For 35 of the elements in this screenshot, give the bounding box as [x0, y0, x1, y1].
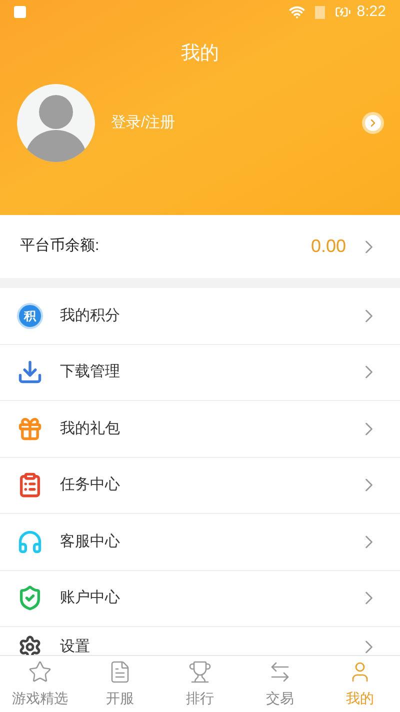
- clipboard-icon: [17, 472, 43, 498]
- balance-label: 平台币余额:: [20, 236, 100, 256]
- headphones-icon: [17, 528, 43, 555]
- page-title: 我的: [181, 42, 219, 66]
- settings-icon: [18, 635, 42, 655]
- wifi-icon: [288, 4, 305, 20]
- no-sim-icon: [314, 6, 325, 18]
- menu-item-label: 账户中心: [60, 588, 121, 608]
- shield-check-icon: [17, 585, 43, 612]
- balance-value: 0.00: [310, 235, 346, 258]
- menu-item[interactable]: 客服中心: [0, 514, 400, 570]
- app-notification-icon: [14, 6, 26, 18]
- points-badge-icon: 积: [17, 302, 43, 329]
- menu-item-label: 下载管理: [60, 362, 121, 382]
- gift-icon: [17, 416, 43, 442]
- star-icon: [28, 660, 52, 684]
- tab[interactable]: 开服: [80, 656, 160, 712]
- download-icon: [17, 359, 43, 386]
- clock: 8:22: [356, 2, 386, 22]
- menu-item-label: 任务中心: [60, 475, 121, 495]
- tab[interactable]: 游戏精选: [0, 656, 80, 712]
- menu-item[interactable]: 积 我的积分: [0, 288, 400, 344]
- menu-item[interactable]: 我的礼包: [0, 401, 400, 458]
- tab[interactable]: 排行: [160, 656, 240, 712]
- menu-item-label: 设置: [60, 636, 91, 655]
- menu-item[interactable]: 账户中心: [0, 570, 400, 627]
- menu-item-label: 我的礼包: [60, 418, 121, 438]
- menu-item[interactable]: 下载管理: [0, 344, 400, 401]
- menu-item[interactable]: 设置: [0, 627, 400, 655]
- menu-item[interactable]: 任务中心: [0, 458, 400, 514]
- trophy-icon: [188, 660, 212, 684]
- menu-item-label: 客服中心: [60, 532, 121, 552]
- tab[interactable]: 交易: [240, 656, 320, 712]
- menu-item-label: 我的积分: [60, 306, 121, 326]
- forward-button[interactable]: [362, 112, 384, 134]
